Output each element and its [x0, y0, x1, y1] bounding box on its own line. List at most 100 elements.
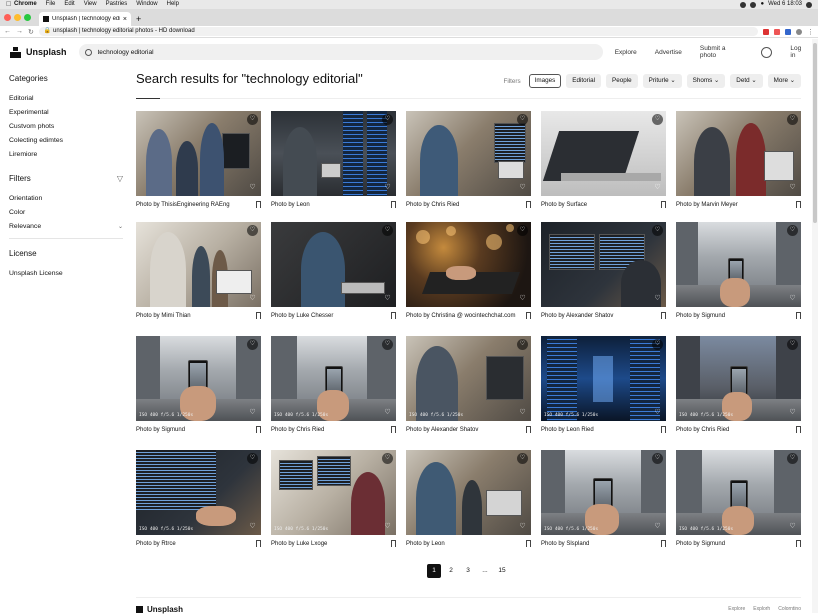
category-experimental[interactable]: Experimental	[9, 106, 123, 120]
bookmark-icon[interactable]	[391, 312, 396, 319]
zoom-window-icon[interactable]	[24, 14, 31, 21]
browser-menu-icon[interactable]: ⋮	[807, 28, 814, 36]
footer-link[interactable]: Colorntino	[778, 606, 801, 612]
photo-thumbnail[interactable]: ♡ ♡	[271, 222, 396, 307]
photo-card[interactable]: ♡ ♡ Photo by Leon	[271, 111, 396, 222]
like-icon[interactable]: ♡	[247, 182, 258, 193]
photo-credit[interactable]: Photo by Rtrce	[136, 540, 176, 548]
photo-thumbnail[interactable]: ISO 400 f/5.6 1/250s ♡ ♡	[136, 336, 261, 421]
filter-funnel-icon[interactable]: ▽	[117, 174, 123, 183]
bookmark-icon[interactable]	[526, 312, 531, 319]
like-icon[interactable]: ♡	[247, 453, 258, 464]
page-1[interactable]: 1	[427, 564, 441, 578]
bookmark-icon[interactable]	[391, 426, 396, 433]
photo-card[interactable]: ♡ ♡ Photo by ThisisEngineering RAEng	[136, 111, 261, 222]
photo-credit[interactable]: Photo by Christina @ wocintechchat.com	[406, 312, 515, 320]
like-icon[interactable]: ♡	[787, 521, 798, 532]
page-15[interactable]: 15	[495, 564, 509, 578]
photo-thumbnail[interactable]: ♡ ♡	[676, 111, 801, 196]
photo-card[interactable]: ISO 400 f/5.6 1/250s ♡ ♡ Photo by Rtrce	[136, 450, 261, 563]
filter-relevance[interactable]: Relevance ⌄	[9, 220, 123, 234]
page-scrollbar[interactable]	[812, 39, 818, 613]
photo-credit[interactable]: Photo by Mimi Thian	[136, 312, 191, 320]
close-window-icon[interactable]	[4, 14, 11, 21]
photo-card[interactable]: ♡ ♡ Photo by Luke Chesser	[271, 222, 396, 336]
photo-thumbnail[interactable]: ISO 400 f/5.6 1/250s ♡ ♡	[406, 336, 531, 421]
like-icon[interactable]: ♡	[787, 293, 798, 304]
photo-credit[interactable]: Photo by ThisisEngineering RAEng	[136, 201, 230, 209]
like-icon[interactable]: ♡	[652, 293, 663, 304]
photo-credit[interactable]: Photo by Slspland	[541, 540, 589, 548]
bookmark-icon[interactable]	[256, 201, 261, 208]
filter-color[interactable]: Color	[9, 206, 123, 220]
like-icon[interactable]: ♡	[517, 453, 528, 464]
bookmark-icon[interactable]	[256, 540, 261, 547]
search-spotlight-icon[interactable]	[806, 1, 812, 8]
wifi-icon[interactable]: ●	[760, 0, 764, 9]
photo-credit[interactable]: Photo by Sigmund	[676, 540, 725, 548]
photo-card[interactable]: ♡ ♡ Photo by Chris Ried	[406, 111, 531, 222]
photo-credit[interactable]: Photo by Marvin Meyer	[676, 201, 738, 209]
like-icon[interactable]: ♡	[382, 182, 393, 193]
category-custom-photos[interactable]: Custvom phots	[9, 120, 123, 134]
user-icon[interactable]	[761, 46, 773, 58]
back-icon[interactable]: ←	[4, 28, 11, 35]
photo-card[interactable]: ISO 400 f/5.6 1/250s ♡ ♡ Photo by Sigmun…	[676, 450, 801, 563]
scrollbar-thumb[interactable]	[813, 43, 817, 223]
status-icon[interactable]	[740, 1, 747, 8]
like-icon[interactable]: ♡	[787, 453, 798, 464]
chip-shoms[interactable]: Shoms ⌄	[686, 74, 726, 88]
bookmark-icon[interactable]	[661, 312, 666, 319]
photo-credit[interactable]: Photo by Luke Chesser	[271, 312, 333, 320]
like-icon[interactable]: ♡	[652, 521, 663, 532]
like-icon[interactable]: ♡	[652, 225, 663, 236]
bookmark-icon[interactable]	[796, 312, 801, 319]
photo-credit[interactable]: Photo by Leon	[406, 540, 445, 548]
brand-name[interactable]: Unsplash	[26, 47, 67, 57]
bookmark-icon[interactable]	[391, 540, 396, 547]
like-icon[interactable]: ♡	[517, 293, 528, 304]
photo-thumbnail[interactable]: ISO 400 f/5.6 1/250s ♡ ♡	[136, 450, 261, 535]
page-3[interactable]: 3	[461, 564, 475, 578]
footer-link[interactable]: Explore	[728, 606, 745, 612]
photo-card[interactable]: ISO 400 f/5.6 1/250s ♡ ♡ Photo by Chris …	[676, 336, 801, 450]
menu-edit[interactable]: Edit	[64, 0, 74, 9]
reload-icon[interactable]: ↻	[28, 28, 34, 36]
unsplash-logo-icon[interactable]	[10, 46, 21, 58]
like-icon[interactable]: ♡	[517, 407, 528, 418]
photo-thumbnail[interactable]: ♡ ♡	[136, 222, 261, 307]
like-icon[interactable]: ♡	[247, 225, 258, 236]
bookmark-icon[interactable]	[526, 201, 531, 208]
chip-editorial[interactable]: Editorial	[566, 74, 602, 88]
photo-thumbnail[interactable]: ISO 400 f/5.6 1/250s ♡ ♡	[271, 450, 396, 535]
chip-people[interactable]: People	[606, 74, 638, 88]
photo-credit[interactable]: Photo by Chris Ried	[676, 426, 729, 434]
menu-help[interactable]: Help	[167, 0, 179, 9]
photo-credit[interactable]: Photo by Chris Ried	[406, 201, 459, 209]
like-icon[interactable]: ♡	[787, 225, 798, 236]
like-icon[interactable]: ♡	[517, 339, 528, 350]
page-2[interactable]: 2	[444, 564, 458, 578]
category-collecting-editors[interactable]: Colecting edimtes	[9, 134, 123, 148]
like-icon[interactable]: ♡	[247, 521, 258, 532]
menu-app[interactable]: Chrome	[14, 0, 37, 9]
photo-thumbnail[interactable]: ♡ ♡	[406, 111, 531, 196]
photo-card[interactable]: ♡ ♡ Photo by Sigmund	[676, 222, 801, 336]
photo-card[interactable]: ♡ ♡ Photo by Christina @ wocintechchat.c…	[406, 222, 531, 336]
like-icon[interactable]: ♡	[247, 339, 258, 350]
photo-thumbnail[interactable]: ISO 400 f/5.6 1/250s ♡ ♡	[676, 450, 801, 535]
category-liremiore[interactable]: Liremiore	[9, 148, 123, 162]
like-icon[interactable]: ♡	[787, 407, 798, 418]
close-tab-icon[interactable]: ×	[123, 16, 127, 23]
chip-images[interactable]: Images	[528, 74, 562, 88]
photo-card[interactable]: ISO 400 f/5.6 1/250s ♡ ♡ Photo by Chris …	[271, 336, 396, 450]
bookmark-icon[interactable]	[661, 540, 666, 547]
bookmark-icon[interactable]	[796, 426, 801, 433]
photo-thumbnail[interactable]: ISO 400 f/5.6 1/250s ♡ ♡	[271, 336, 396, 421]
bookmark-icon[interactable]	[256, 312, 261, 319]
search-input[interactable]	[97, 48, 597, 56]
menu-file[interactable]: File	[46, 0, 56, 9]
like-icon[interactable]: ♡	[382, 339, 393, 350]
photo-thumbnail[interactable]: ♡ ♡	[271, 111, 396, 196]
like-icon[interactable]: ♡	[382, 407, 393, 418]
